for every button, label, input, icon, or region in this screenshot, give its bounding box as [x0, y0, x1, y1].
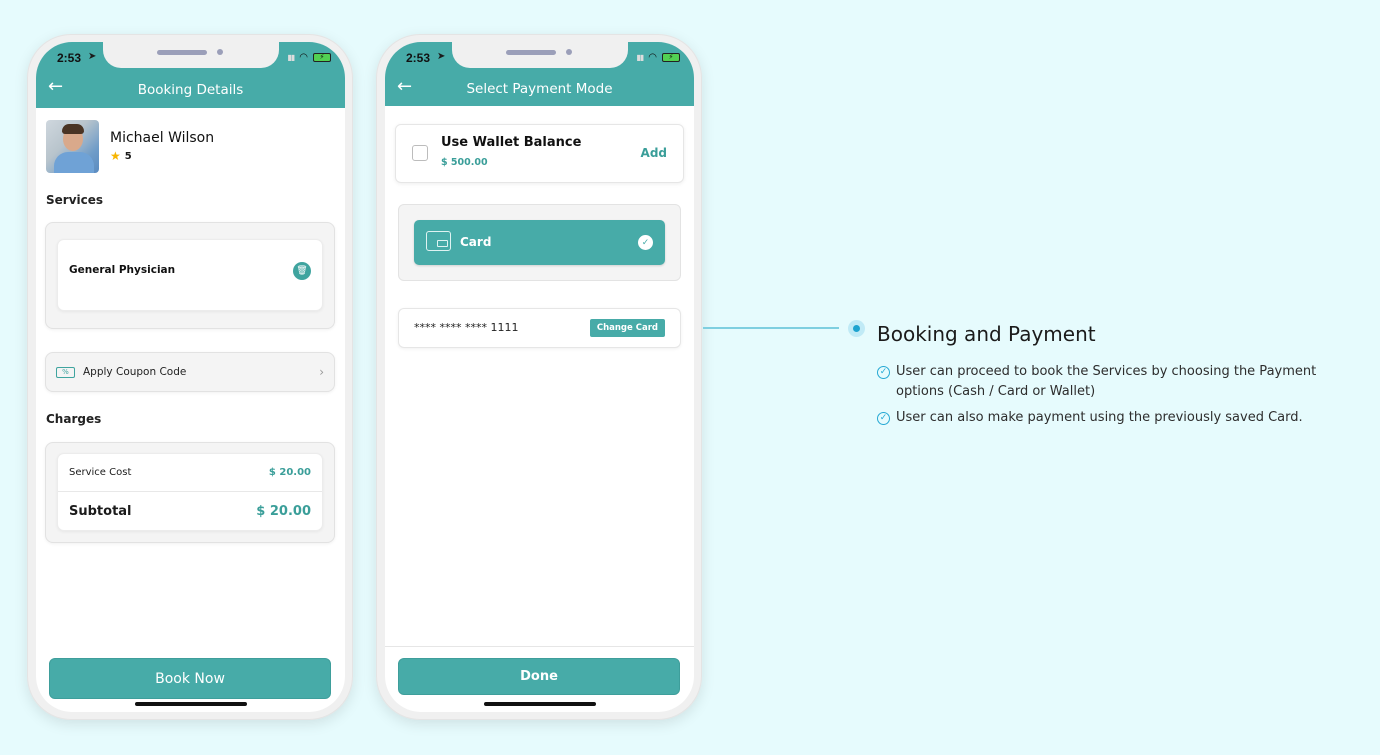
doctor-avatar — [46, 120, 99, 173]
speaker — [157, 50, 207, 55]
wallet-checkbox[interactable] — [412, 145, 428, 161]
apply-coupon-button[interactable]: % Apply Coupon Code › — [45, 352, 335, 392]
location-arrow-icon: ➤ — [88, 51, 97, 62]
battery-icon: ⚡ — [662, 53, 680, 62]
avatar-hair — [62, 124, 84, 134]
chevron-right-icon: › — [319, 365, 324, 379]
page-title: Booking Details — [137, 82, 244, 98]
service-item: General Physician 🗑 — [57, 239, 323, 311]
location-arrow-icon: ➤ — [437, 51, 446, 62]
footer-divider — [385, 646, 694, 647]
wallet-label: Use Wallet Balance — [441, 135, 582, 150]
check-circle-icon: ✓ — [877, 412, 890, 425]
services-panel: General Physician 🗑 — [45, 222, 335, 329]
star-icon: ★ — [110, 149, 121, 163]
wallet-add-button[interactable]: Add — [641, 146, 667, 160]
wallet-balance: $ 500.00 — [441, 157, 488, 168]
phone-payment-mode: 2:53 ➤ ▮▮ ◠ ⚡ ← Select Payment Mode Use … — [376, 34, 702, 720]
credit-card-icon — [426, 231, 451, 251]
services-heading: Services — [46, 193, 104, 207]
saved-card: **** **** **** 1111 Change Card — [398, 308, 681, 348]
signal-icon: ▮▮ — [287, 53, 295, 62]
status-icons: ▮▮ ◠ ⚡ — [287, 52, 331, 63]
home-indicator — [134, 702, 247, 706]
change-card-button[interactable]: Change Card — [589, 319, 665, 337]
service-cost-row: Service Cost $ 20.00 — [58, 454, 322, 492]
check-circle-icon: ✓ — [638, 235, 653, 250]
feature-item: ✓ User can also make payment using the p… — [877, 408, 1367, 428]
doctor-info: Michael Wilson ★ 5 — [46, 120, 214, 173]
camera — [217, 49, 223, 55]
check-circle-icon: ✓ — [877, 366, 890, 379]
bullet-dot-inner — [853, 325, 860, 332]
feature-item: ✓ User can proceed to book the Services … — [877, 362, 1367, 402]
phone-notch — [452, 42, 628, 68]
battery-icon: ⚡ — [313, 53, 331, 62]
service-name: General Physician — [69, 264, 176, 276]
signal-icon: ▮▮ — [636, 53, 644, 62]
status-time: 2:53 — [57, 51, 82, 65]
card-option-panel: Card ✓ — [398, 204, 681, 281]
status-icons: ▮▮ ◠ ⚡ — [636, 52, 680, 63]
phone-notch — [103, 42, 279, 68]
feature-text: User can proceed to book the Services by… — [896, 364, 1317, 399]
wifi-icon: ◠ — [299, 52, 308, 63]
home-indicator — [483, 702, 596, 706]
trash-icon[interactable]: 🗑 — [293, 262, 311, 280]
screen-booking-details: 2:53 ➤ ▮▮ ◠ ⚡ ← Booking Details Michael … — [36, 42, 345, 712]
charges-panel: Service Cost $ 20.00 Subtotal $ 20.00 — [45, 442, 335, 543]
screen-payment-mode: 2:53 ➤ ▮▮ ◠ ⚡ ← Select Payment Mode Use … — [385, 42, 694, 712]
connector-line — [703, 327, 839, 329]
app-header: 2:53 ➤ ▮▮ ◠ ⚡ ← Booking Details — [36, 42, 345, 108]
camera — [566, 49, 572, 55]
rating-value: 5 — [124, 150, 132, 162]
book-now-button[interactable]: Book Now — [49, 658, 331, 699]
coupon-tag-icon: % — [56, 366, 75, 378]
bullet-dot-icon — [848, 320, 865, 337]
wifi-icon: ◠ — [648, 52, 657, 63]
service-cost-label: Service Cost — [69, 467, 132, 478]
feature-text: User can also make payment using the pre… — [896, 410, 1303, 425]
avatar-body — [54, 152, 94, 173]
subtotal-value: $ 20.00 — [256, 503, 311, 519]
subtotal-label: Subtotal — [69, 503, 132, 519]
app-header: 2:53 ➤ ▮▮ ◠ ⚡ ← Select Payment Mode — [385, 42, 694, 106]
wallet-option: Use Wallet Balance $ 500.00 Add — [395, 124, 684, 183]
card-number: **** **** **** 1111 — [414, 321, 519, 334]
page-title: Select Payment Mode — [466, 81, 613, 97]
card-label: Card — [460, 235, 492, 249]
phone-booking-details: 2:53 ➤ ▮▮ ◠ ⚡ ← Booking Details Michael … — [27, 34, 353, 720]
card-option[interactable]: Card ✓ — [414, 220, 665, 265]
doctor-rating: ★ 5 — [110, 149, 214, 163]
subtotal-row: Subtotal $ 20.00 — [58, 492, 322, 530]
charges-card: Service Cost $ 20.00 Subtotal $ 20.00 — [57, 453, 323, 531]
done-button[interactable]: Done — [398, 658, 680, 695]
feature-list: ✓ User can proceed to book the Services … — [877, 362, 1367, 434]
doctor-name: Michael Wilson — [110, 130, 215, 146]
status-time: 2:53 — [406, 51, 431, 65]
charges-heading: Charges — [46, 412, 102, 426]
coupon-label: Apply Coupon Code — [83, 366, 187, 378]
feature-title: Booking and Payment — [877, 322, 1096, 346]
service-cost-value: $ 20.00 — [268, 467, 311, 478]
speaker — [506, 50, 556, 55]
